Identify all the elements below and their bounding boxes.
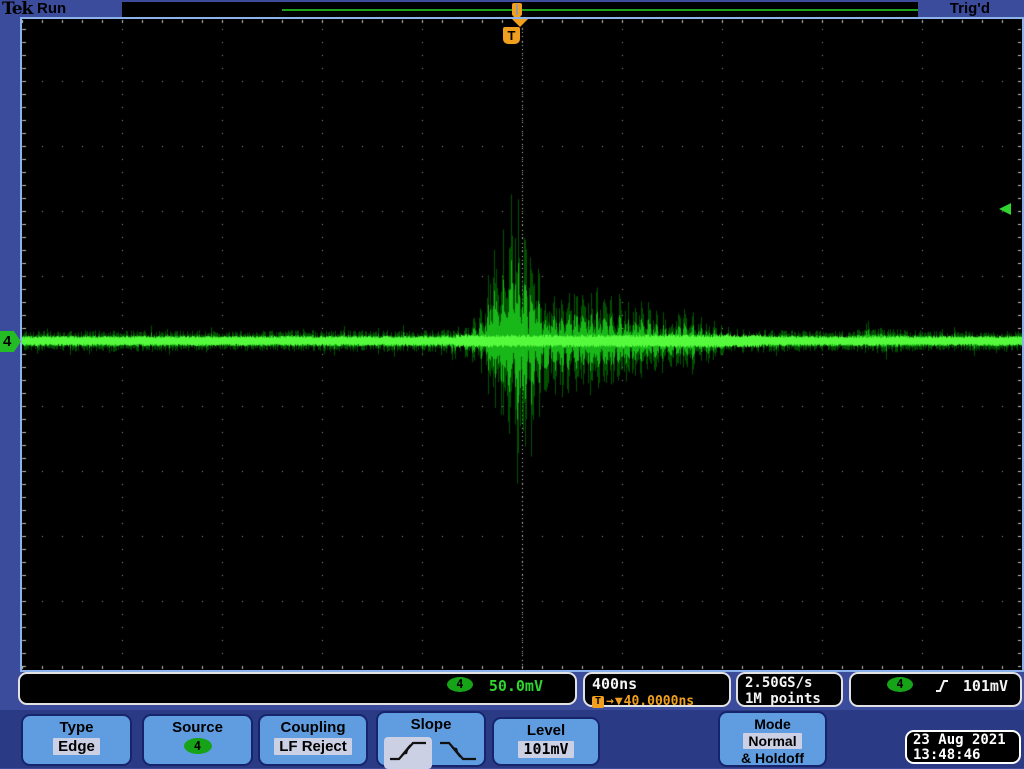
timebase-value: 400ns (592, 675, 638, 693)
trigger-t-icon[interactable]: T (503, 27, 520, 44)
expansion-point-icon[interactable] (512, 3, 522, 20)
source-channel-badge: 4 (183, 738, 212, 754)
acquisition-readout[interactable]: 2.50GS/s 1M points (736, 672, 843, 707)
menu-button-level[interactable]: Level 101mV (492, 717, 600, 766)
record-view-strip[interactable] (122, 2, 918, 20)
time-value: 13:48:46 (913, 747, 981, 763)
channel4-badge: 4 (446, 677, 473, 692)
coupling-label: Coupling (280, 719, 346, 736)
horizontal-readout[interactable]: 400ns T → ▼ 40.0000ns (583, 672, 731, 709)
type-label: Type (59, 719, 94, 736)
trigger-readout[interactable]: 4 101mV (849, 672, 1022, 707)
coupling-value: LF Reject (274, 738, 352, 755)
channel4-position-marker[interactable]: 4 (0, 331, 21, 352)
trigger-source-badge: 4 (887, 677, 913, 692)
trigger-delay-value: 40.0000ns (623, 694, 695, 709)
graticule-canvas (22, 19, 1022, 670)
level-value: 101mV (518, 741, 574, 758)
menu-button-slope[interactable]: Slope (376, 711, 486, 769)
menu-button-coupling[interactable]: Coupling LF Reject (258, 714, 368, 766)
arrow-right-icon: → (606, 694, 614, 709)
trigger-level-value: 101mV (962, 677, 1008, 695)
date-value: 23 Aug 2021 (913, 732, 1006, 748)
menu-button-type[interactable]: Type Edge (21, 714, 132, 766)
type-value: Edge (53, 738, 100, 755)
menu-button-mode[interactable]: Mode Normal & Holdoff (718, 711, 827, 767)
source-label: Source (172, 719, 223, 736)
sample-rate-value: 2.50GS/s (745, 675, 813, 691)
menu-button-source[interactable]: Source 4 (142, 714, 253, 766)
trigger-position-arrow-icon[interactable] (512, 19, 528, 27)
trigger-delay-row: T → ▼ 40.0000ns (592, 694, 729, 709)
falling-edge-icon[interactable] (438, 738, 478, 768)
channel4-scale-readout[interactable]: 4 50.0mV (18, 672, 577, 705)
mode-label: Mode (754, 716, 791, 732)
trigger-t-mini-icon: T (592, 695, 604, 708)
cursor-down-icon: ▼ (614, 694, 623, 709)
rising-edge-icon[interactable] (384, 737, 432, 769)
rising-slope-icon (935, 678, 949, 698)
acquisition-status: Run (37, 0, 67, 17)
record-waveform-line (282, 9, 918, 11)
datetime-box: 23 Aug 2021 13:48:46 (905, 730, 1021, 764)
trigger-status: Trig'd (949, 0, 990, 17)
channel4-scale-value: 50.0mV (488, 677, 543, 695)
mode-value2: & Holdoff (741, 750, 804, 766)
top-status-bar: Tek Run Trig'd (0, 0, 1024, 20)
level-label: Level (526, 722, 566, 739)
slope-label: Slope (410, 716, 452, 733)
record-length-value: 1M points (745, 691, 821, 707)
mode-value: Normal (743, 733, 802, 749)
trigger-level-arrow-icon[interactable] (999, 203, 1011, 215)
